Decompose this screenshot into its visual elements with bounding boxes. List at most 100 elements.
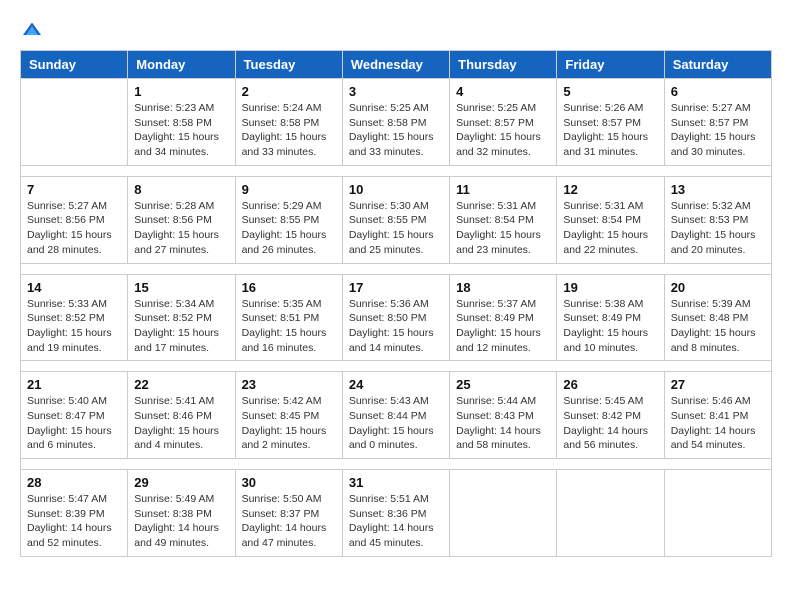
day-number: 7 — [27, 182, 121, 197]
day-info: Sunrise: 5:47 AMSunset: 8:39 PMDaylight:… — [27, 492, 121, 551]
logo — [20, 20, 42, 40]
day-number: 13 — [671, 182, 765, 197]
calendar-table: SundayMondayTuesdayWednesdayThursdayFrid… — [20, 50, 772, 557]
day-info: Sunrise: 5:31 AMSunset: 8:54 PMDaylight:… — [456, 199, 550, 258]
calendar-cell: 13Sunrise: 5:32 AMSunset: 8:53 PMDayligh… — [664, 176, 771, 263]
day-number: 24 — [349, 377, 443, 392]
day-info: Sunrise: 5:26 AMSunset: 8:57 PMDaylight:… — [563, 101, 657, 160]
calendar-week-2: 7 Sunrise: 5:27 AMSunset: 8:56 PMDaylight… — [21, 176, 772, 263]
day-number: 29 — [134, 475, 228, 490]
day-info: Sunrise: 5:42 AMSunset: 8:45 PMDaylight:… — [242, 394, 336, 453]
day-info: Sunrise: 5:33 AMSunset: 8:52 PMDaylight:… — [27, 297, 121, 356]
calendar-cell: 7 Sunrise: 5:27 AMSunset: 8:56 PMDaylight… — [21, 176, 128, 263]
column-header-thursday: Thursday — [450, 51, 557, 79]
calendar-cell: 3Sunrise: 5:25 AMSunset: 8:58 PMDaylight… — [342, 79, 449, 166]
day-info: Sunrise: 5:29 AMSunset: 8:55 PMDaylight:… — [242, 199, 336, 258]
calendar-week-3: 14Sunrise: 5:33 AMSunset: 8:52 PMDayligh… — [21, 274, 772, 361]
day-number: 26 — [563, 377, 657, 392]
day-number: 23 — [242, 377, 336, 392]
day-info: Sunrise: 5:41 AMSunset: 8:46 PMDaylight:… — [134, 394, 228, 453]
day-number: 6 — [671, 84, 765, 99]
calendar-cell: 24 Sunrise: 5:43 AMSunset: 8:44 PMDayligh… — [342, 372, 449, 459]
day-info: Sunrise: 5:28 AMSunset: 8:56 PMDaylight:… — [134, 199, 228, 258]
day-info: Sunrise: 5:43 AMSunset: 8:44 PMDaylight:… — [349, 394, 443, 453]
day-info: Sunrise: 5:51 AMSunset: 8:36 PMDaylight:… — [349, 492, 443, 551]
calendar-cell: 19 Sunrise: 5:38 AMSunset: 8:49 PMDayligh… — [557, 274, 664, 361]
calendar-cell: 10 Sunrise: 5:30 AMSunset: 8:55 PMDayligh… — [342, 176, 449, 263]
day-number: 15 — [134, 280, 228, 295]
day-number: 9 — [242, 182, 336, 197]
day-info: Sunrise: 5:40 AMSunset: 8:47 PMDaylight:… — [27, 394, 121, 453]
day-number: 19 — [563, 280, 657, 295]
week-separator — [21, 361, 772, 372]
day-info: Sunrise: 5:25 AMSunset: 8:58 PMDaylight:… — [349, 101, 443, 160]
week-separator — [21, 165, 772, 176]
day-info: Sunrise: 5:24 AMSunset: 8:58 PMDaylight:… — [242, 101, 336, 160]
day-number: 18 — [456, 280, 550, 295]
day-info: Sunrise: 5:23 AMSunset: 8:58 PMDaylight:… — [134, 101, 228, 160]
calendar-cell — [450, 470, 557, 557]
calendar-cell: 21 Sunrise: 5:40 AMSunset: 8:47 PMDayligh… — [21, 372, 128, 459]
calendar-cell: 2Sunrise: 5:24 AMSunset: 8:58 PMDaylight… — [235, 79, 342, 166]
calendar-cell: 20Sunrise: 5:39 AMSunset: 8:48 PMDayligh… — [664, 274, 771, 361]
calendar-cell: 4 Sunrise: 5:25 AMSunset: 8:57 PMDaylight… — [450, 79, 557, 166]
calendar-cell — [21, 79, 128, 166]
calendar-cell: 11 Sunrise: 5:31 AMSunset: 8:54 PMDayligh… — [450, 176, 557, 263]
calendar-cell: 26 Sunrise: 5:45 AMSunset: 8:42 PMDayligh… — [557, 372, 664, 459]
day-number: 10 — [349, 182, 443, 197]
calendar-cell: 12Sunrise: 5:31 AMSunset: 8:54 PMDayligh… — [557, 176, 664, 263]
calendar-cell: 29 Sunrise: 5:49 AMSunset: 8:38 PMDayligh… — [128, 470, 235, 557]
day-info: Sunrise: 5:30 AMSunset: 8:55 PMDaylight:… — [349, 199, 443, 258]
day-number: 4 — [456, 84, 550, 99]
page-header — [20, 20, 772, 40]
calendar-cell: 27Sunrise: 5:46 AMSunset: 8:41 PMDayligh… — [664, 372, 771, 459]
calendar-cell: 15 Sunrise: 5:34 AMSunset: 8:52 PMDayligh… — [128, 274, 235, 361]
day-info: Sunrise: 5:38 AMSunset: 8:49 PMDaylight:… — [563, 297, 657, 356]
day-info: Sunrise: 5:35 AMSunset: 8:51 PMDaylight:… — [242, 297, 336, 356]
calendar-cell: 22 Sunrise: 5:41 AMSunset: 8:46 PMDayligh… — [128, 372, 235, 459]
calendar-header-row: SundayMondayTuesdayWednesdayThursdayFrid… — [21, 51, 772, 79]
calendar-week-4: 21 Sunrise: 5:40 AMSunset: 8:47 PMDayligh… — [21, 372, 772, 459]
day-info: Sunrise: 5:27 AMSunset: 8:56 PMDaylight:… — [27, 199, 121, 258]
calendar-cell: 28 Sunrise: 5:47 AMSunset: 8:39 PMDayligh… — [21, 470, 128, 557]
day-info: Sunrise: 5:34 AMSunset: 8:52 PMDaylight:… — [134, 297, 228, 356]
logo-icon — [22, 20, 42, 40]
column-header-wednesday: Wednesday — [342, 51, 449, 79]
column-header-sunday: Sunday — [21, 51, 128, 79]
day-number: 21 — [27, 377, 121, 392]
day-info: Sunrise: 5:45 AMSunset: 8:42 PMDaylight:… — [563, 394, 657, 453]
calendar-cell: 16Sunrise: 5:35 AMSunset: 8:51 PMDayligh… — [235, 274, 342, 361]
calendar-cell: 9 Sunrise: 5:29 AMSunset: 8:55 PMDaylight… — [235, 176, 342, 263]
calendar-cell: 23 Sunrise: 5:42 AMSunset: 8:45 PMDayligh… — [235, 372, 342, 459]
day-info: Sunrise: 5:37 AMSunset: 8:49 PMDaylight:… — [456, 297, 550, 356]
day-number: 28 — [27, 475, 121, 490]
day-number: 8 — [134, 182, 228, 197]
day-number: 17 — [349, 280, 443, 295]
day-info: Sunrise: 5:36 AMSunset: 8:50 PMDaylight:… — [349, 297, 443, 356]
day-number: 27 — [671, 377, 765, 392]
calendar-cell: 30 Sunrise: 5:50 AMSunset: 8:37 PMDayligh… — [235, 470, 342, 557]
column-header-tuesday: Tuesday — [235, 51, 342, 79]
week-separator — [21, 263, 772, 274]
calendar-body: 1Sunrise: 5:23 AMSunset: 8:58 PMDaylight… — [21, 79, 772, 557]
calendar-cell: 1Sunrise: 5:23 AMSunset: 8:58 PMDaylight… — [128, 79, 235, 166]
day-info: Sunrise: 5:49 AMSunset: 8:38 PMDaylight:… — [134, 492, 228, 551]
day-number: 20 — [671, 280, 765, 295]
column-header-monday: Monday — [128, 51, 235, 79]
day-info: Sunrise: 5:50 AMSunset: 8:37 PMDaylight:… — [242, 492, 336, 551]
day-info: Sunrise: 5:27 AMSunset: 8:57 PMDaylight:… — [671, 101, 765, 160]
day-number: 5 — [563, 84, 657, 99]
day-number: 22 — [134, 377, 228, 392]
column-header-friday: Friday — [557, 51, 664, 79]
calendar-cell: 6 Sunrise: 5:27 AMSunset: 8:57 PMDaylight… — [664, 79, 771, 166]
calendar-cell: 18 Sunrise: 5:37 AMSunset: 8:49 PMDayligh… — [450, 274, 557, 361]
calendar-week-5: 28 Sunrise: 5:47 AMSunset: 8:39 PMDayligh… — [21, 470, 772, 557]
day-number: 12 — [563, 182, 657, 197]
column-header-saturday: Saturday — [664, 51, 771, 79]
day-info: Sunrise: 5:44 AMSunset: 8:43 PMDaylight:… — [456, 394, 550, 453]
calendar-cell — [664, 470, 771, 557]
day-number: 11 — [456, 182, 550, 197]
calendar-cell: 25Sunrise: 5:44 AMSunset: 8:43 PMDayligh… — [450, 372, 557, 459]
day-number: 30 — [242, 475, 336, 490]
day-info: Sunrise: 5:25 AMSunset: 8:57 PMDaylight:… — [456, 101, 550, 160]
